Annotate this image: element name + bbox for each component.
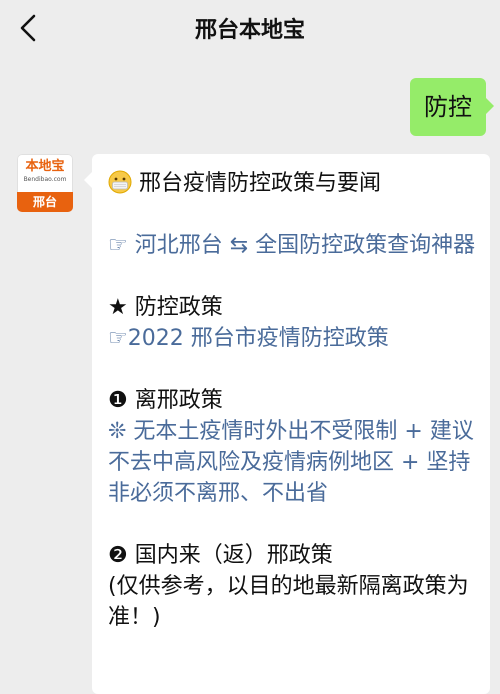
policy-2022-link-text: 2022 邢台市疫情防控政策 [127,326,389,351]
avatar-brand: 本地宝 [25,159,65,174]
avatar-sub: Bendibao.com [23,176,67,183]
reference-note: (仅供参考，以目的地最新隔离政策为准！) [108,574,469,630]
avatar[interactable]: 本地宝 Bendibao.com 邢台 [17,154,73,212]
avatar-logo: 本地宝 Bendibao.com [17,158,73,192]
link-rest: 全国防控政策查询神器 [255,233,476,258]
exchange-arrow-glyph: ⇆ [222,233,256,258]
query-tool-link[interactable]: ☞ 河北邢台 ⇆ 全国防控政策查询神器 [108,230,480,261]
reply-content: 邢台疫情防控政策与要闻 ☞ 河北邢台 ⇆ 全国防控政策查询神器 ★ 防控政策 ☞… [108,168,480,633]
link-pointer-glyph: ☞ [108,233,135,258]
link-pointer-glyph: ☞ [108,326,128,351]
reply-message-bubble[interactable]: 邢台疫情防控政策与要闻 ☞ 河北邢台 ⇆ 全国防控政策查询神器 ★ 防控政策 ☞… [84,154,490,694]
section-leaving-policy: ❶ 离邢政策 [108,388,223,413]
page-title: 邢台本地宝 [194,18,305,43]
reply-heading: 邢台疫情防控政策与要闻 [139,171,382,196]
section-arrival-policy: ❷ 国内来（返）邢政策 [108,543,333,568]
mask-face-emoji-icon [108,170,132,194]
leaving-policy-text[interactable]: ❊ 无本土疫情时外出不受限制 + 建议不去中高风险及疫情病例地区 + 坚持非必须… [108,416,480,509]
top-bar: 邢台本地宝 [0,0,500,58]
link-place: 河北邢台 [134,233,223,258]
reply-heading-line: 邢台疫情防控政策与要闻 [108,168,480,199]
section-prevention-policy: ★ 防控政策 [108,295,223,320]
sent-message-bubble[interactable]: 防控 [410,78,494,136]
policy-2022-link[interactable]: ☞2022 邢台市疫情防控政策 [108,323,480,354]
avatar-city: 邢台 [17,192,73,212]
